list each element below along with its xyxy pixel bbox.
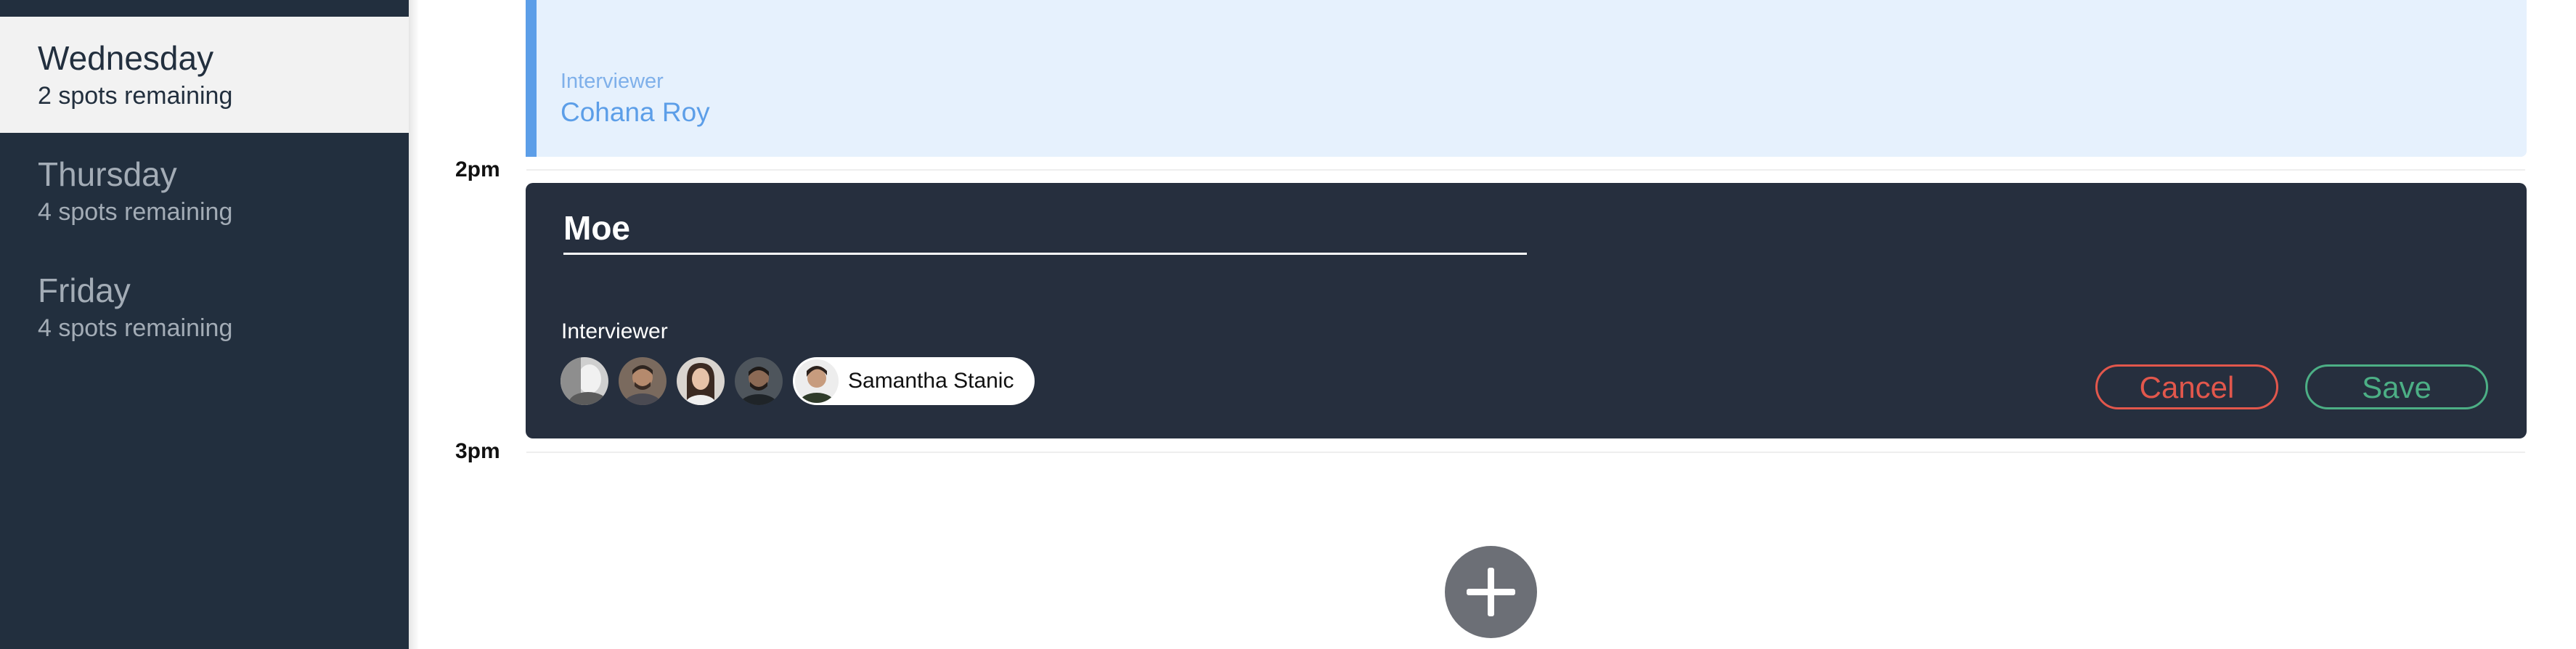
interviewer-avatar[interactable] bbox=[677, 357, 725, 405]
day-item-thursday[interactable]: Thursday 4 spots remaining bbox=[0, 133, 409, 249]
sidebar-shadow bbox=[409, 0, 419, 649]
interviewer-avatar[interactable] bbox=[619, 357, 667, 405]
day-spots: 4 spots remaining bbox=[38, 314, 233, 342]
interviewer-label: Interviewer bbox=[561, 319, 668, 343]
interviewer-label: Interviewer bbox=[561, 70, 664, 93]
day-name: Thursday bbox=[38, 155, 177, 193]
cancel-button[interactable]: Cancel bbox=[2095, 364, 2278, 409]
time-divider bbox=[526, 169, 2525, 171]
interviewer-name: Cohana Roy bbox=[561, 97, 710, 127]
plus-icon bbox=[1467, 568, 1515, 616]
interviewer-avatar[interactable] bbox=[561, 357, 608, 405]
day-name: Friday bbox=[38, 272, 131, 309]
appointment-form: Interviewer bbox=[526, 183, 2527, 438]
selected-interviewer-name: Samantha Stanic bbox=[848, 369, 1014, 393]
time-label-3pm: 3pm bbox=[455, 439, 500, 463]
day-name: Wednesday bbox=[38, 39, 214, 77]
day-spots: 2 spots remaining bbox=[38, 82, 233, 110]
time-label-2pm: 2pm bbox=[455, 158, 500, 181]
booked-accent-bar bbox=[526, 0, 537, 157]
save-button[interactable]: Save bbox=[2305, 364, 2488, 409]
student-name-input[interactable] bbox=[563, 208, 1527, 255]
sidebar: Wednesday 2 spots remaining Thursday 4 s… bbox=[0, 0, 409, 649]
interviewer-avatar bbox=[795, 359, 839, 403]
booked-appointment[interactable]: Interviewer Cohana Roy bbox=[526, 0, 2527, 157]
day-item-wednesday[interactable]: Wednesday 2 spots remaining bbox=[0, 17, 409, 133]
selected-interviewer[interactable]: Samantha Stanic bbox=[793, 357, 1035, 405]
add-appointment-button[interactable] bbox=[1445, 546, 1537, 638]
interviewer-avatar[interactable] bbox=[735, 357, 783, 405]
day-spots: 4 spots remaining bbox=[38, 198, 233, 226]
day-item-friday[interactable]: Friday 4 spots remaining bbox=[0, 249, 409, 365]
time-divider bbox=[526, 452, 2525, 453]
